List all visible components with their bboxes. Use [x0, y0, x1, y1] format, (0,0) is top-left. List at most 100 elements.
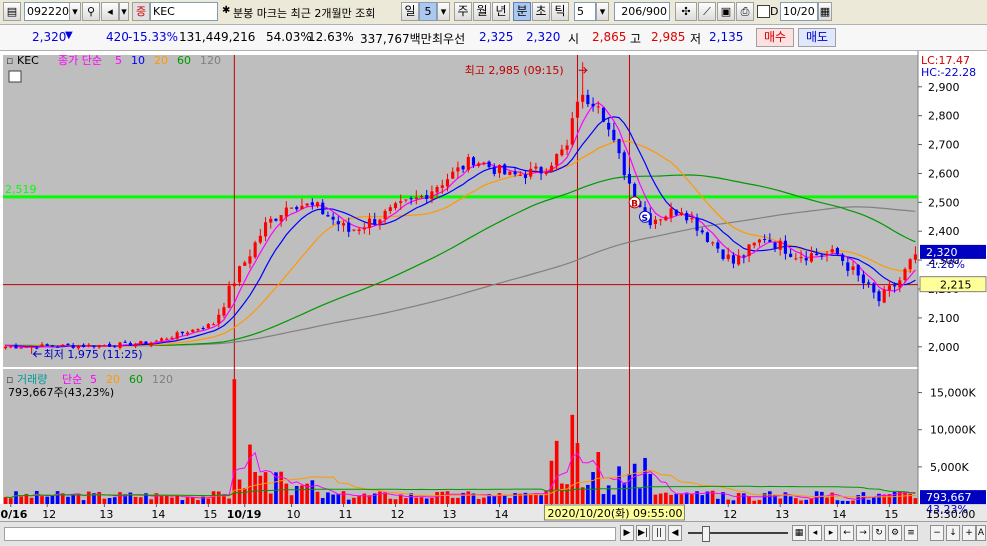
search-icon[interactable]: ⚲: [82, 2, 100, 21]
candle: [700, 230, 704, 233]
candle: [591, 103, 595, 107]
chart-scrollbar[interactable]: ▶ ▶| || ◀ ▦ ◂ ▸ ← → ↻ ⚙ ≡ − ↓ + A: [0, 521, 987, 546]
candle: [409, 198, 413, 200]
candle: [180, 331, 184, 334]
chart-tools-icon[interactable]: ✣: [675, 2, 697, 21]
volume-bar: [388, 498, 393, 504]
volume-bar: [206, 498, 211, 504]
candle: [232, 283, 236, 287]
candle: [492, 166, 496, 175]
buy-button[interactable]: 매수: [756, 28, 794, 47]
list-icon[interactable]: ≡: [904, 525, 918, 541]
volume-bar: [138, 497, 143, 504]
candle: [393, 203, 398, 209]
sell-button[interactable]: 매도: [798, 28, 836, 47]
volume-bar: [81, 500, 86, 504]
toolbar: ▤ 092220 ▾ ⚲ ◂ ▾ 증 KEC ✱ 분봉 마크는 최근 2개월만 …: [0, 0, 987, 25]
menu-icon[interactable]: ▤: [3, 2, 21, 21]
zoom-slider-handle[interactable]: [702, 526, 710, 542]
volume-bar: [804, 499, 809, 504]
price-tick-label: 2,100: [928, 312, 960, 325]
candle: [674, 209, 678, 215]
scroll-end-icon[interactable]: ▶|: [636, 525, 650, 541]
volume-bar: [284, 483, 289, 504]
print-icon[interactable]: ⎙: [736, 2, 754, 21]
volume-bar: [180, 500, 185, 504]
zoom-right-icon[interactable]: ▸: [824, 525, 838, 541]
ma-legend-label: 종가 단순: [58, 54, 102, 67]
candle: [705, 232, 710, 242]
chart-area[interactable]: 2,519 최고 2,985 (09:15) 최저 1,975 (11:25) BS ▫…: [0, 51, 987, 521]
pause-icon[interactable]: ||: [652, 525, 666, 541]
volume-bar: [242, 487, 247, 504]
period-second-button[interactable]: 초: [532, 2, 550, 21]
candle: [19, 347, 23, 349]
candle: [222, 307, 226, 316]
period-tick-button[interactable]: 틱: [551, 2, 569, 21]
candle: [461, 165, 465, 170]
volume-bar: [632, 463, 637, 504]
scroll-right-icon[interactable]: ▶: [620, 525, 634, 541]
volume-bar: [778, 498, 783, 504]
volume-bar: [346, 499, 351, 504]
zoom-full-icon[interactable]: ▦: [792, 525, 806, 541]
date-input[interactable]: 10/20: [780, 2, 818, 21]
arrow-left-icon[interactable]: ←: [840, 525, 854, 541]
period-month-button[interactable]: 월: [473, 2, 491, 21]
volume-bar: [248, 444, 252, 504]
low-label: 저: [690, 32, 702, 46]
minute-value-field[interactable]: 5: [574, 2, 596, 21]
candle: [763, 239, 767, 241]
code-dropdown-icon[interactable]: ▾: [69, 2, 81, 21]
volume-bar: [445, 491, 450, 504]
stock-code-input[interactable]: 092220: [24, 2, 70, 21]
candle: [284, 207, 288, 217]
volume-bar: [788, 496, 793, 504]
candle: [279, 215, 283, 222]
refresh-icon[interactable]: ↻: [872, 525, 886, 541]
zoom-in-icon[interactable]: +: [962, 525, 976, 541]
candle: [841, 254, 845, 261]
font-icon[interactable]: A: [976, 525, 986, 541]
open-price: 2,865: [592, 30, 627, 44]
calendar-icon[interactable]: ▦: [818, 2, 832, 21]
play-left-icon[interactable]: ◀: [668, 525, 682, 541]
period-week-button[interactable]: 주: [454, 2, 472, 21]
speaker-dropdown-icon[interactable]: ▾: [119, 2, 129, 21]
volume-bar: [747, 496, 751, 504]
candle: [206, 323, 210, 328]
save-icon[interactable]: ▣: [717, 2, 735, 21]
minute-dropdown-icon[interactable]: ▾: [596, 2, 609, 21]
candle: [149, 342, 153, 346]
candle: [87, 344, 91, 347]
period-minute-button[interactable]: 분: [513, 2, 531, 21]
speaker-icon[interactable]: ◂: [101, 2, 119, 21]
stock-name-input[interactable]: KEC: [150, 2, 218, 21]
zoom-left-icon[interactable]: ◂: [808, 525, 822, 541]
candle: [388, 207, 392, 211]
volume-bar: [554, 440, 559, 504]
candle: [128, 343, 132, 346]
settings-icon[interactable]: ⚙: [888, 525, 902, 541]
candle: [773, 242, 777, 249]
day-count-dropdown-icon[interactable]: ▾: [437, 2, 450, 21]
line-draw-icon[interactable]: ⟋: [698, 2, 716, 21]
period-day-button[interactable]: 일: [401, 2, 419, 21]
candle: [908, 259, 912, 270]
period-year-button[interactable]: 년: [492, 2, 510, 21]
time-label: 15: [203, 508, 217, 521]
count-field[interactable]: 206/900: [614, 2, 670, 21]
candle: [726, 254, 730, 259]
date-checkbox[interactable]: [757, 5, 770, 18]
zoom-out-icon[interactable]: −: [930, 525, 944, 541]
price-title: KEC: [17, 54, 39, 67]
day-count-field[interactable]: 5: [419, 2, 437, 21]
volume-bar: [102, 498, 107, 504]
arrow-down-icon[interactable]: ↓: [946, 525, 960, 541]
candle: [508, 171, 512, 175]
arrow-right-icon[interactable]: →: [856, 525, 870, 541]
volume-bar: [674, 493, 679, 504]
candle: [40, 344, 44, 347]
scroll-track[interactable]: [4, 527, 616, 541]
volume-bar: [159, 495, 164, 504]
